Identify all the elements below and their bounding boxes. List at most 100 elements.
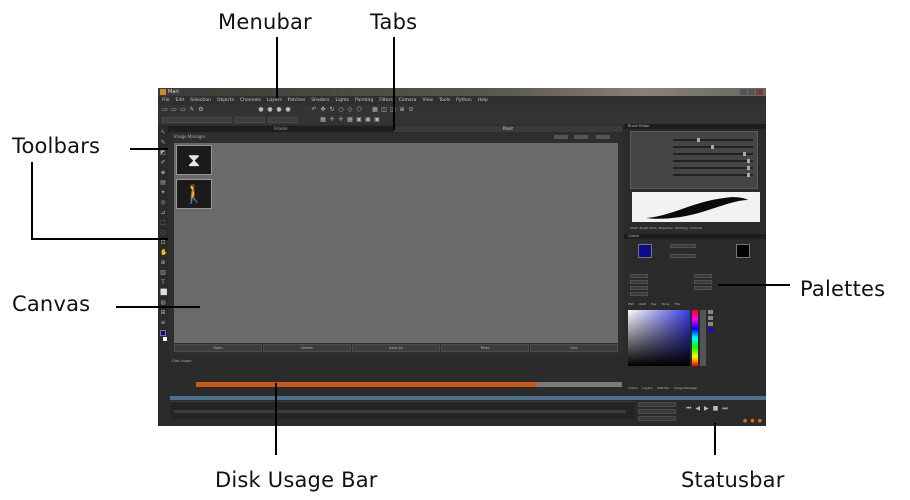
tab-shelf[interactable]: Shelf xyxy=(630,226,638,231)
close-button[interactable] xyxy=(756,89,763,95)
image-icon[interactable]: ▣ xyxy=(356,117,362,123)
fill-icon[interactable]: ▤ xyxy=(160,180,166,186)
open-file-icon[interactable]: ▭ xyxy=(171,107,177,113)
image-icon[interactable]: ▣ xyxy=(374,117,380,123)
color-picker-square[interactable] xyxy=(628,310,690,366)
settings-icon[interactable]: ⚙ xyxy=(198,107,204,113)
hexagon-icon[interactable]: ⬡ xyxy=(356,107,362,113)
skip-back-icon[interactable]: ⏮ xyxy=(686,405,691,413)
color-swatch[interactable] xyxy=(708,316,713,320)
save-all-button[interactable]: Save All xyxy=(352,344,440,352)
color-swatch[interactable] xyxy=(708,328,713,332)
tab-controls[interactable]: Controls xyxy=(689,226,701,231)
image-icon[interactable]: ▣ xyxy=(365,117,371,123)
background-color-swatch[interactable] xyxy=(736,244,750,258)
zoom-icon[interactable]: ⊕ xyxy=(160,260,166,266)
dropper-icon[interactable]: ⊿ xyxy=(160,210,166,216)
brush-slider[interactable] xyxy=(643,152,755,156)
menu-layers[interactable]: Layers xyxy=(267,96,282,105)
undo-icon[interactable]: ↶ xyxy=(311,107,317,113)
lock-icon[interactable]: ⊕ xyxy=(399,107,405,113)
tab-projection[interactable]: Projection xyxy=(659,226,674,231)
delete-button[interactable]: Delete xyxy=(263,344,351,352)
timeline-slider[interactable] xyxy=(174,410,626,413)
brush-icon[interactable]: ✎ xyxy=(189,107,195,113)
menu-view[interactable]: View xyxy=(422,96,433,105)
grid-icon[interactable]: ▦ xyxy=(372,107,378,113)
brush-slider[interactable] xyxy=(643,159,755,163)
clone-icon[interactable]: ◈ xyxy=(160,170,166,176)
frame-field[interactable] xyxy=(638,402,676,407)
smudge-icon[interactable]: ✦ xyxy=(160,190,166,196)
marquee-icon[interactable]: ⬜ xyxy=(160,290,167,296)
save-icon[interactable]: ▭ xyxy=(180,107,186,113)
tab-colors[interactable]: Colors xyxy=(628,386,637,390)
menu-channels[interactable]: Channels xyxy=(240,96,261,105)
tab-image-manager[interactable]: Image Manager xyxy=(674,386,698,390)
text-icon[interactable]: T xyxy=(160,280,166,286)
color-value-field[interactable] xyxy=(630,274,648,278)
canvas-header-control[interactable] xyxy=(574,135,588,139)
brush-icon[interactable]: ✐ xyxy=(160,160,166,166)
brush-slider[interactable] xyxy=(643,145,755,149)
gradient-icon[interactable]: ▥ xyxy=(160,270,166,276)
color-value-field[interactable] xyxy=(694,286,712,290)
property-field[interactable] xyxy=(162,117,232,123)
hue-slider[interactable] xyxy=(692,310,698,366)
brush-slider[interactable] xyxy=(643,138,755,142)
tab-layers[interactable]: Layers xyxy=(642,386,652,390)
crosshair-icon[interactable]: ✛ xyxy=(338,117,344,123)
tab-rgb[interactable]: RGB xyxy=(639,302,645,306)
move-icon[interactable]: ✥ xyxy=(320,107,326,113)
play-icon[interactable]: ▶ xyxy=(704,405,709,413)
tab-temp[interactable]: Temp xyxy=(662,302,670,306)
lasso-icon[interactable]: ◌ xyxy=(160,230,166,236)
tab-hsl[interactable]: HSL xyxy=(675,302,681,306)
step-back-icon[interactable]: ◀ xyxy=(695,405,700,413)
brush-slider[interactable] xyxy=(643,173,755,177)
menu-shaders[interactable]: Shaders xyxy=(311,96,329,105)
transform-icon[interactable]: ⬚ xyxy=(160,220,166,226)
frame-field[interactable] xyxy=(638,409,676,414)
paint-icon[interactable]: ✎ xyxy=(160,140,166,146)
menu-python[interactable]: Python xyxy=(456,96,472,105)
sphere-icon[interactable]: ● xyxy=(285,107,291,113)
sphere-icon[interactable]: ● xyxy=(267,107,273,113)
select-icon[interactable]: ↖ xyxy=(160,130,166,136)
tab-brush-tools[interactable]: Brush Tools xyxy=(640,226,657,231)
minimize-button[interactable] xyxy=(740,89,747,95)
tab-painting[interactable]: Painting xyxy=(675,226,687,231)
menu-tools[interactable]: Tools xyxy=(439,96,450,105)
maximize-button[interactable] xyxy=(748,89,755,95)
property-field[interactable] xyxy=(235,117,265,123)
eraser-icon[interactable]: ◩ xyxy=(160,150,166,156)
color-swatch[interactable] xyxy=(708,310,713,314)
pick-icon[interactable]: ⊡ xyxy=(160,240,166,246)
stop-icon[interactable]: ■ xyxy=(713,405,719,413)
canvas[interactable]: ⧗ 🚶 xyxy=(174,143,618,343)
layer-icon[interactable]: ≡ xyxy=(160,320,166,326)
menu-patches[interactable]: Patches xyxy=(288,96,305,105)
menu-camera[interactable]: Camera xyxy=(399,96,417,105)
color-value-field[interactable] xyxy=(694,274,712,278)
canvas-header-control[interactable] xyxy=(554,135,568,139)
color-swatch[interactable] xyxy=(708,322,713,326)
color-value-field[interactable] xyxy=(630,280,648,284)
new-file-icon[interactable]: ▭ xyxy=(162,107,168,113)
snap-icon[interactable]: ⊞ xyxy=(160,310,166,316)
skip-forward-icon[interactable]: ⏭ xyxy=(722,405,727,413)
property-field[interactable] xyxy=(268,117,298,123)
sort-button[interactable]: Sort xyxy=(530,344,618,352)
brush-slider[interactable] xyxy=(643,166,755,170)
menu-edit[interactable]: Edit xyxy=(176,96,185,105)
hand-icon[interactable]: ✋ xyxy=(160,250,167,256)
alpha-slider[interactable] xyxy=(700,310,706,366)
circle-icon[interactable]: ○ xyxy=(338,107,344,113)
tab-hsv[interactable]: HSV xyxy=(628,302,634,306)
menu-painting[interactable]: Painting xyxy=(355,96,373,105)
grid-icon[interactable]: ▦ xyxy=(320,117,326,123)
foreground-color-swatch[interactable] xyxy=(638,244,652,258)
rotate-icon[interactable]: ↻ xyxy=(329,107,335,113)
blur-icon[interactable]: ◎ xyxy=(160,200,166,206)
view-icon[interactable]: ◫ xyxy=(381,107,387,113)
